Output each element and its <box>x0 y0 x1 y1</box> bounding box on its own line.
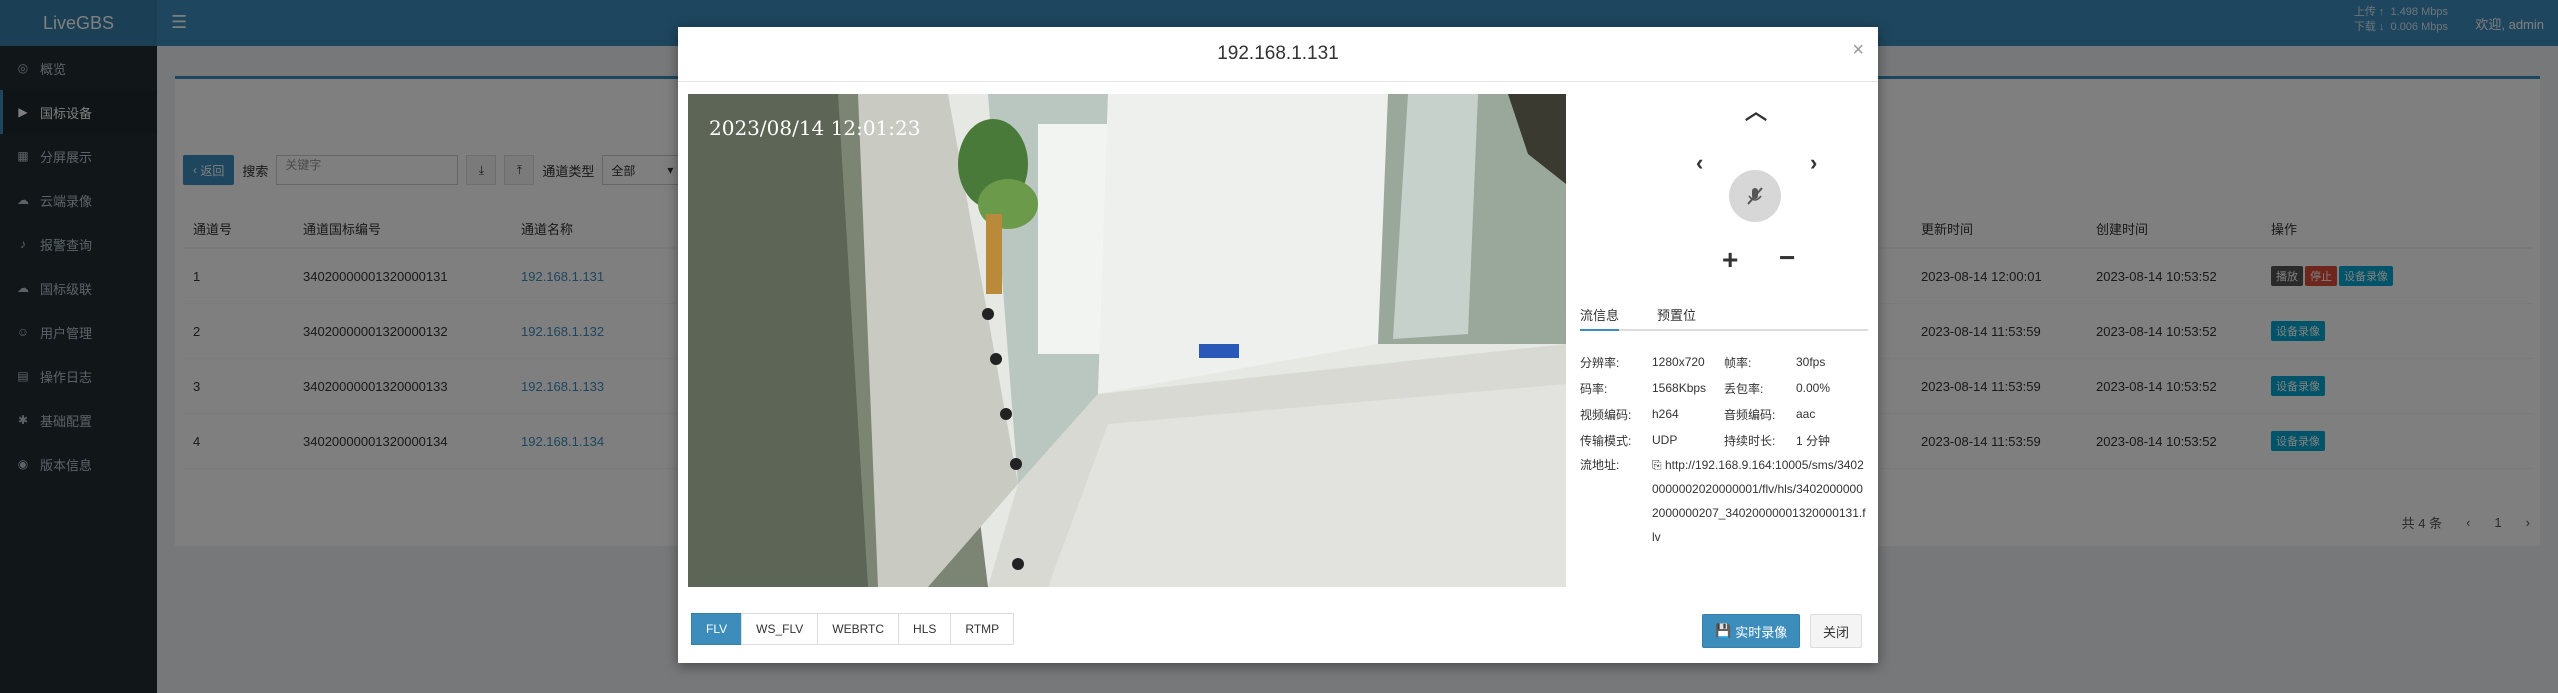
zoom-in-icon[interactable]: + <box>1722 244 1738 276</box>
ptz-control: ︿ ‹ › ﹀ + − <box>1663 94 1863 334</box>
format-button[interactable]: HLS <box>898 613 952 645</box>
tab-presets[interactable]: 预置位 <box>1657 301 1696 329</box>
duration-label: 持续时长: <box>1724 433 1776 448</box>
acodec-label: 音频编码: <box>1724 407 1776 422</box>
fps-label: 帧率: <box>1724 355 1752 370</box>
chevron-up-icon[interactable]: ︿ <box>1745 94 1767 126</box>
transport-value: UDP <box>1652 433 1678 447</box>
vcodec-label: 视频编码: <box>1580 407 1632 422</box>
stream-url[interactable]: http://192.168.9.164:10005/sms/340200000… <box>1652 458 1866 544</box>
modal-header: 192.168.1.131 × <box>678 27 1878 82</box>
modal-title: 192.168.1.131 <box>1217 43 1339 64</box>
duration-value: 1 分钟 <box>1796 433 1831 448</box>
info-tabs: 流信息 预置位 <box>1580 301 1868 331</box>
format-button[interactable]: WEBRTC <box>817 613 900 645</box>
video-player[interactable]: 2023/08/14 12:01:23 <box>688 94 1566 587</box>
resolution-label: 分辨率: <box>1580 355 1620 370</box>
url-label: 流地址: <box>1580 458 1620 472</box>
vcodec-value: h264 <box>1652 407 1679 421</box>
fps-value: 30fps <box>1796 355 1826 369</box>
stream-url-row: 流地址: ⎘ http://192.168.9.164:10005/sms/34… <box>1580 453 1870 549</box>
loss-value: 0.00% <box>1796 381 1831 395</box>
acodec-value: aac <box>1796 407 1816 421</box>
resolution-value: 1280x720 <box>1652 355 1705 369</box>
bitrate-value: 1568Kbps <box>1652 381 1707 395</box>
format-button[interactable]: WS_FLV <box>741 613 819 645</box>
zoom-out-icon[interactable]: − <box>1779 242 1795 274</box>
tab-stream-info[interactable]: 流信息 <box>1580 301 1620 331</box>
save-icon: 💾 <box>1715 623 1732 638</box>
stream-info: 分辨率: 1280x720 帧率: 30fps 码率: 1568Kbps 丢包率: 0.00… <box>1580 349 1870 549</box>
live-record-label: 实时录像 <box>1735 624 1788 640</box>
bitrate-label: 码率: <box>1580 381 1608 396</box>
live-record-button[interactable]: 💾 实时录像 <box>1702 614 1801 648</box>
format-selector: FLV WS_FLV WEBRTC HLS RTMP <box>691 613 1015 645</box>
mic-mute-icon[interactable] <box>1729 170 1781 222</box>
copy-icon[interactable]: ⎘ <box>1652 458 1665 472</box>
format-button[interactable]: FLV <box>691 613 743 645</box>
chevron-right-icon[interactable]: › <box>1810 150 1817 176</box>
close-button[interactable]: 关闭 <box>1810 614 1863 648</box>
format-button[interactable]: RTMP <box>950 613 1015 645</box>
close-icon[interactable]: × <box>1852 39 1864 62</box>
video-timestamp: 2023/08/14 12:01:23 <box>709 116 921 140</box>
loss-label: 丢包率: <box>1724 381 1764 396</box>
transport-label: 传输模式: <box>1580 433 1632 448</box>
player-modal: 192.168.1.131 × 2023/08/14 12:01:23 ︿ ‹ … <box>678 27 1878 663</box>
video-frame <box>688 94 1566 587</box>
chevron-left-icon[interactable]: ‹ <box>1696 150 1703 176</box>
